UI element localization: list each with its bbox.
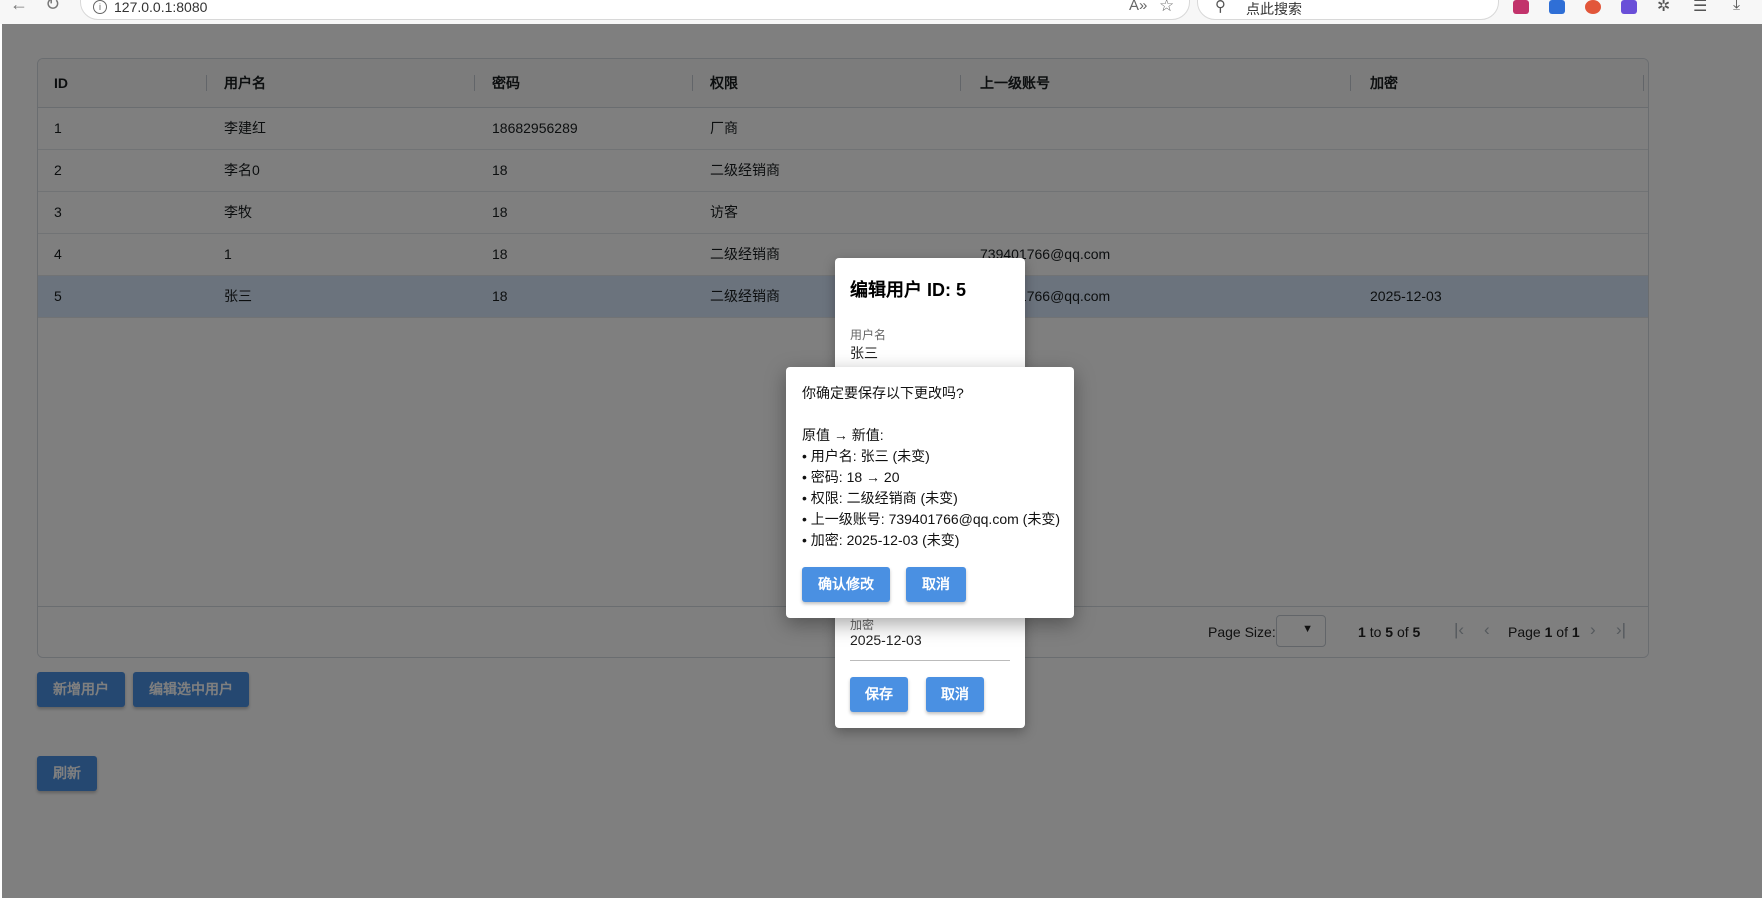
field-underline <box>850 660 1010 661</box>
change-item: • 密码: 18 → 20 <box>802 469 900 485</box>
change-item: • 用户名: 张三 (未变) <box>802 448 930 464</box>
confirm-question: 你确定要保存以下更改吗? <box>802 385 964 401</box>
edit-cancel-button[interactable]: 取消 <box>926 677 984 712</box>
extension-icon-2[interactable] <box>1549 0 1565 14</box>
reload-icon[interactable]: ↻ <box>45 0 60 15</box>
address-bar[interactable]: i 127.0.0.1:8080 A» ☆ <box>80 0 1190 20</box>
encrypt-field-label: 加密 <box>850 618 875 632</box>
favorite-star-icon[interactable]: ☆ <box>1159 0 1174 16</box>
encrypt-field[interactable]: 2025-12-03 <box>850 632 922 648</box>
collections-icon[interactable]: ☰ <box>1693 0 1707 16</box>
extension-icon-1[interactable] <box>1513 0 1529 14</box>
confirm-change-button[interactable]: 确认修改 <box>802 567 890 602</box>
change-item: • 加密: 2025-12-03 (未变) <box>802 532 960 548</box>
username-field-label: 用户名 <box>850 328 887 342</box>
confirm-message: 你确定要保存以下更改吗? 原值 → 新值: • 用户名: 张三 (未变) • 密… <box>802 383 1060 551</box>
url-text[interactable]: 127.0.0.1:8080 <box>114 0 207 15</box>
save-button[interactable]: 保存 <box>850 677 908 712</box>
search-input[interactable]: 点此搜索 <box>1246 0 1302 19</box>
edit-dialog-title: 编辑用户 ID: 5 <box>850 280 967 300</box>
search-icon: ⚲ <box>1215 0 1226 15</box>
site-info-icon[interactable]: i <box>93 0 107 14</box>
confirm-cancel-button[interactable]: 取消 <box>906 567 966 602</box>
browser-toolbar: ← ↻ i 127.0.0.1:8080 A» ☆ ⚲ 点此搜索 ✲ ☰ ⤓ <box>0 0 1762 24</box>
change-header: 原值 → 新值: <box>802 427 884 443</box>
change-item: • 上一级账号: 739401766@qq.com (未变) <box>802 511 1060 527</box>
downloads-icon[interactable]: ⤓ <box>1733 0 1740 14</box>
back-icon[interactable]: ← <box>10 0 28 15</box>
confirm-save-dialog: 你确定要保存以下更改吗? 原值 → 新值: • 用户名: 张三 (未变) • 密… <box>786 367 1074 618</box>
username-field[interactable]: 张三 <box>850 343 878 363</box>
extensions-puzzle-icon[interactable]: ✲ <box>1657 0 1670 16</box>
browser-search-bar[interactable]: ⚲ 点此搜索 <box>1197 0 1499 20</box>
change-item: • 权限: 二级经销商 (未变) <box>802 490 958 506</box>
extension-icon-3[interactable] <box>1585 0 1601 14</box>
read-aloud-icon[interactable]: A» <box>1129 0 1147 14</box>
extension-icon-4[interactable] <box>1621 0 1637 14</box>
